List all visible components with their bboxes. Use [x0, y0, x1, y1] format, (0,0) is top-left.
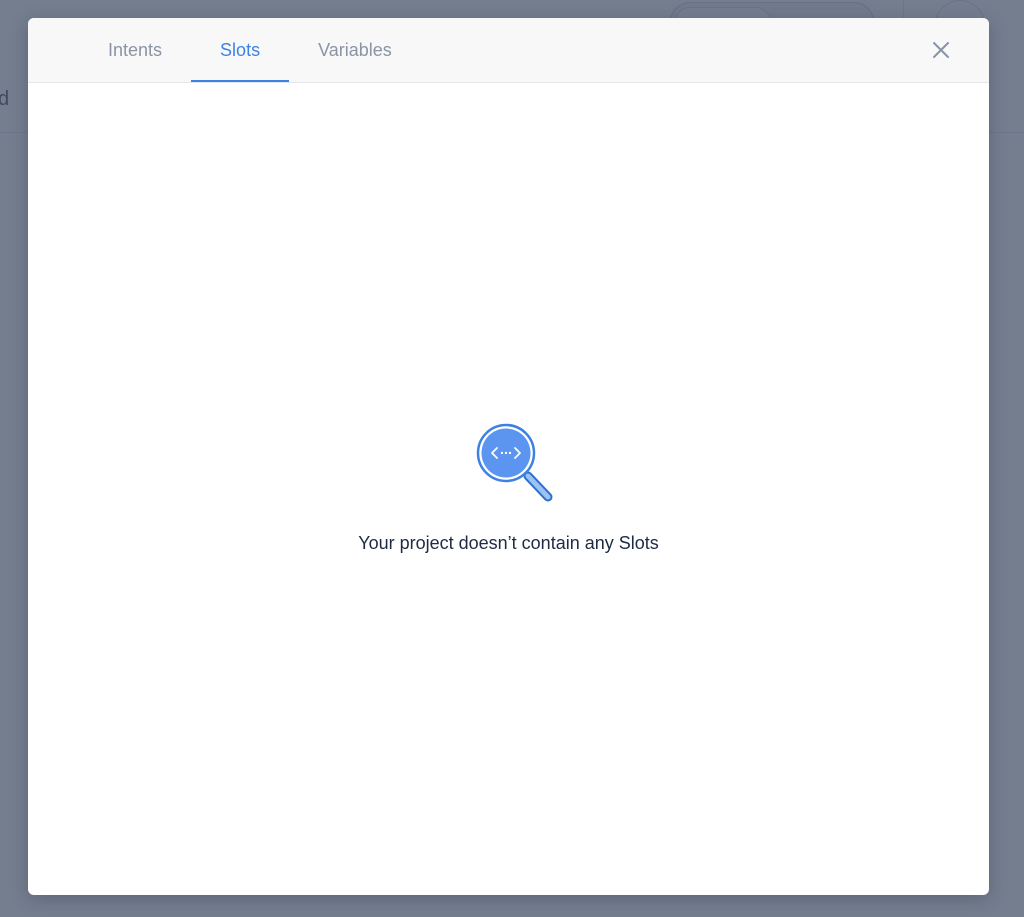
- close-button[interactable]: [928, 37, 954, 63]
- close-icon: [933, 42, 949, 58]
- tab-variables[interactable]: Variables: [289, 18, 421, 82]
- magnifier-code-icon: [476, 423, 552, 502]
- tab-slots[interactable]: Slots: [191, 18, 290, 82]
- tab-intents[interactable]: Intents: [79, 18, 191, 82]
- modal-header: Intents Slots Variables: [28, 18, 989, 83]
- modal-dialog: Intents Slots Variables Your project doe…: [28, 18, 989, 895]
- empty-state-message: Your project doesn’t contain any Slots: [358, 533, 659, 553]
- tab-bar: Intents Slots Variables: [79, 18, 421, 82]
- tab-variables-label: Variables: [318, 39, 392, 60]
- empty-state: Your project doesn’t contain any Slots: [28, 423, 989, 554]
- tab-slots-label: Slots: [220, 39, 261, 60]
- tab-intents-label: Intents: [108, 39, 163, 60]
